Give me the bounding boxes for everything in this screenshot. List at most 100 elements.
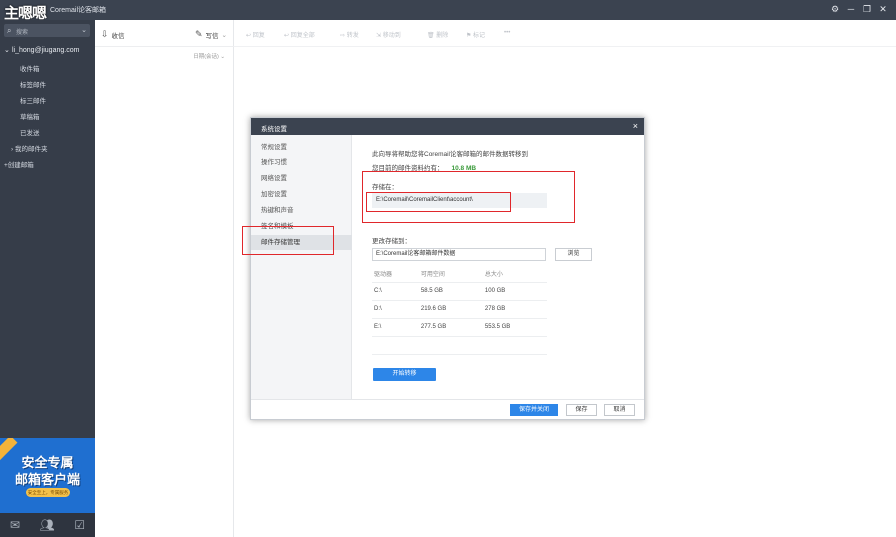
change-storage-label: 更改存储到： (372, 238, 411, 245)
sidebar-bottom-bar: ✉ 👥︎ ☑ (0, 513, 95, 537)
drive-cell: C:\ (372, 282, 419, 301)
search-placeholder: 搜索 (16, 30, 29, 36)
browse-button[interactable]: 浏览 (555, 248, 592, 261)
more-button[interactable]: ••• (504, 30, 510, 36)
sort-dropdown[interactable]: 日期(会话) ⌄ (193, 52, 225, 60)
new-storage-path-input[interactable]: E:\Coremail论客邮箱邮件数据 (372, 248, 546, 261)
current-size-value: 10.8 MB (451, 165, 477, 172)
save-button[interactable]: 保存 (566, 404, 597, 416)
total-size-cell: 278 GB (482, 300, 547, 319)
account-email: li_hong@jiugang.com (12, 47, 80, 54)
free-space-cell: 277.5 GB (418, 318, 483, 337)
sidebar-item-drafts[interactable]: 草稿箱 (20, 111, 40, 121)
current-size-label: 您目前的邮件资料约有： (372, 165, 444, 172)
receive-icon: ⇩ (101, 29, 109, 39)
mail-list-pane: ⇩ 收信 ✎ 写信 ⌄ 日期(会话) ⌄ (95, 20, 234, 537)
mail-list-header: ⇩ 收信 ✎ 写信 ⌄ (95, 20, 234, 47)
sidebar-account[interactable]: ⌄ li_hong@jiugang.com (4, 46, 79, 54)
nav-item-network[interactable]: 网络设置 (251, 171, 352, 186)
drive-table: 驱动器 可用空间 总大小 C:\ 58.5 GB 100 GB D:\ 219.… (372, 266, 547, 355)
dialog-header: 系统设置 × (251, 118, 644, 135)
nav-item-encryption[interactable]: 加密设置 (251, 187, 352, 202)
free-space-cell: 219.6 GB (418, 300, 483, 319)
promo-tagline: 安全至上，专属服务 (26, 488, 70, 497)
forward-button[interactable]: ⇨ 转发 (340, 30, 359, 39)
compose-button[interactable]: ✎ 写信 ⌄ (195, 29, 227, 40)
sidebar-item-my-folders[interactable]: › 我的邮件夹 (11, 143, 47, 153)
close-icon[interactable]: ✕ (878, 4, 888, 15)
settings-icon[interactable]: ⚙ (830, 4, 840, 15)
sidebar-item-sent[interactable]: 已发送 (20, 127, 40, 137)
wizard-intro: 此向导将帮助您将Coremail论客邮箱的邮件数据转移到 (372, 151, 529, 158)
total-size-cell: 100 GB (482, 282, 547, 301)
delete-label: 删除 (436, 33, 449, 39)
move-button[interactable]: ⇲ 移动到 (376, 30, 401, 39)
table-row-empty (372, 336, 547, 355)
move-label: 移动到 (382, 33, 401, 39)
mark-button[interactable]: ⚑ 标记 (466, 30, 485, 39)
current-size: 您目前的邮件资料约有： 10.8 MB (372, 162, 476, 172)
search-icon: ⌕ (7, 26, 12, 35)
dialog-title: 系统设置 (261, 126, 287, 133)
mail-icon[interactable]: ✉ (10, 518, 20, 532)
cancel-button[interactable]: 取消 (604, 404, 635, 416)
calendar-icon[interactable]: ☑ (74, 518, 85, 532)
promo-line2: 邮箱客户端 (14, 472, 80, 487)
my-folders-label: 我的邮件夹 (14, 146, 48, 153)
free-space-cell: 58.5 GB (418, 282, 483, 301)
sidebar-item-starred[interactable]: 标三邮件 (20, 95, 46, 105)
table-row[interactable]: C:\ 58.5 GB 100 GB (372, 282, 547, 301)
sidebar: ⌕ 搜索 ⌄ ⌄ li_hong@jiugang.com 收件箱 标签邮件 标三邮… (0, 20, 95, 537)
window-title: Coremail论客邮箱 (50, 7, 107, 14)
chevron-down-icon[interactable]: ⌄ (222, 31, 227, 39)
contacts-icon[interactable]: 👥︎ (40, 518, 55, 532)
reading-toolbar: ↩ 回复 ↩ 回复全部 ⇨ 转发 ⇲ 移动到 🗑︎ 删除 ⚑ 标记 ••• (234, 20, 896, 47)
compose-label: 写信 (205, 32, 219, 40)
total-size-cell: 553.5 GB (482, 318, 547, 337)
reply-button[interactable]: ↩ 回复 (246, 30, 265, 39)
window-controls: ⚙ ─ ❐ ✕ (830, 4, 888, 15)
search-input[interactable]: ⌕ 搜索 ⌄ (4, 24, 90, 37)
column-header-free: 可用空间 (418, 266, 483, 283)
nav-item-general[interactable]: 常规设置 (251, 140, 352, 155)
sort-label: 日期(会话) (193, 54, 219, 60)
table-row[interactable]: D:\ 219.6 GB 278 GB (372, 300, 547, 319)
forward-label: 转发 (346, 33, 359, 39)
expand-arrow-icon[interactable]: › (11, 146, 13, 153)
reply-all-button[interactable]: ↩ 回复全部 (284, 30, 315, 39)
nav-item-habits[interactable]: 操作习惯 (251, 155, 352, 170)
reply-all-label: 回复全部 (290, 33, 315, 39)
drive-cell: E:\ (372, 318, 419, 337)
settings-content: 此向导将帮助您将Coremail论客邮箱的邮件数据转移到 您目前的邮件资料约有：… (352, 135, 644, 399)
minimize-icon[interactable]: ─ (846, 4, 856, 15)
table-row[interactable]: E:\ 277.5 GB 553.5 GB (372, 318, 547, 337)
sidebar-item-tagged[interactable]: 标签邮件 (20, 79, 46, 89)
nav-item-hotkeys[interactable]: 热键和声音 (251, 203, 352, 218)
drive-cell: D:\ (372, 300, 419, 319)
stored-path: E:\Coremail\CoremailClient\account\ (372, 193, 547, 208)
table-header-row: 驱动器 可用空间 总大小 (372, 266, 547, 283)
restore-icon[interactable]: ❐ (862, 4, 872, 15)
start-transfer-button[interactable]: 开始转移 (373, 368, 436, 381)
chevron-down-icon[interactable]: ⌄ (81, 26, 87, 34)
sidebar-item-inbox[interactable]: 收件箱 (20, 63, 40, 73)
new-account-button[interactable]: +创建邮箱 (4, 159, 34, 169)
mark-label: 标记 (473, 33, 486, 39)
collapse-arrow-icon[interactable]: ⌄ (4, 46, 12, 54)
compose-icon: ✎ (195, 29, 203, 39)
chevron-down-icon: ⌄ (220, 54, 225, 60)
close-icon[interactable]: × (633, 121, 638, 131)
dialog-footer: 保存并关闭 保存 取消 (251, 399, 644, 420)
delete-button[interactable]: 🗑︎ 删除 (427, 30, 448, 39)
promo-banner[interactable]: 安全专属 邮箱客户端 安全至上，专属服务 (0, 438, 95, 513)
save-and-close-button[interactable]: 保存并关闭 (510, 404, 558, 416)
system-settings-dialog: 系统设置 × 常规设置 操作习惯 网络设置 加密设置 热键和声音 签名和模板 邮… (250, 117, 645, 420)
column-header-total: 总大小 (482, 266, 547, 283)
title-bar: 主嗯嗯 Coremail论客邮箱 ⚙ ─ ❐ ✕ (0, 0, 896, 22)
nav-item-mail-storage[interactable]: 邮件存储管理 (251, 235, 352, 250)
settings-nav: 常规设置 操作习惯 网络设置 加密设置 热键和声音 签名和模板 邮件存储管理 (251, 135, 352, 399)
receive-button[interactable]: ⇩ 收信 (101, 29, 125, 40)
column-header-drive: 驱动器 (372, 266, 419, 283)
nav-item-signature[interactable]: 签名和模板 (251, 219, 352, 234)
receive-label: 收信 (111, 32, 125, 40)
